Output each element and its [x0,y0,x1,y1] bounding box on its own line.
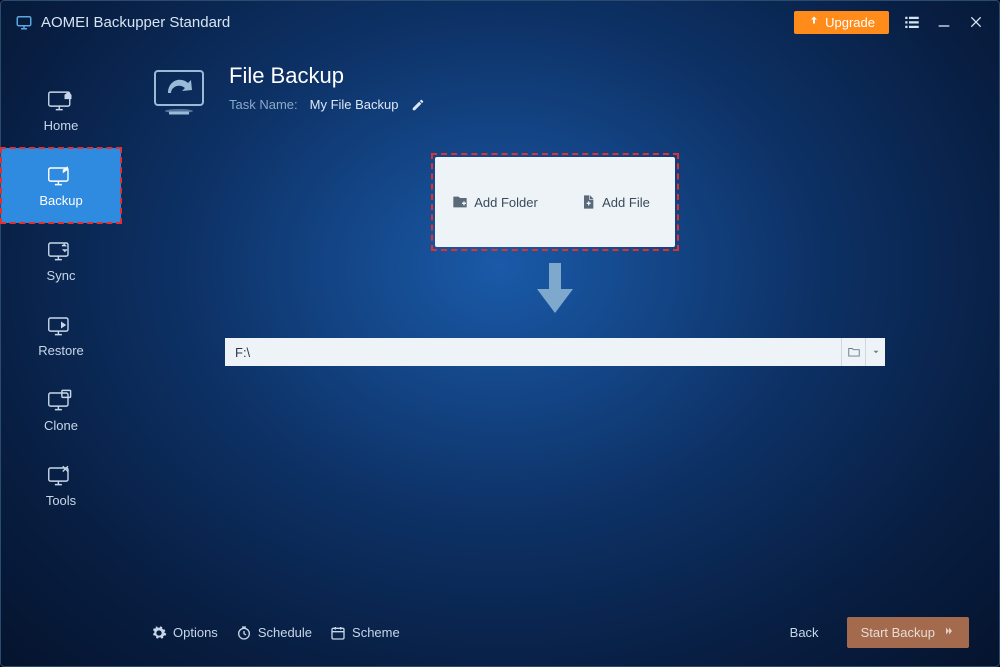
home-icon [47,88,75,112]
upgrade-label: Upgrade [825,15,875,30]
scheme-label: Scheme [352,625,400,640]
back-button[interactable]: Back [780,619,829,646]
destination-path-input[interactable] [235,345,841,360]
page-title: File Backup [229,63,425,89]
file-plus-icon [580,194,596,210]
footer-bar: Options Schedule Scheme Back [151,617,969,648]
schedule-label: Schedule [258,625,312,640]
menu-list-icon[interactable] [903,13,921,31]
app-logo-icon [15,13,33,31]
titlebar: AOMEI Backupper Standard Upgrade [1,1,999,43]
titlebar-left: AOMEI Backupper Standard [15,13,230,31]
schedule-button[interactable]: Schedule [236,625,312,641]
header-text: File Backup Task Name: My File Backup [229,63,425,112]
destination-path-bar [225,338,885,366]
task-name-label: Task Name: [229,97,298,112]
back-label: Back [790,625,819,640]
task-name-row: Task Name: My File Backup [229,97,425,112]
add-file-label: Add File [602,195,650,210]
restore-icon [47,313,75,337]
sidebar: Home Backup Sync Restore [1,43,121,666]
path-dropdown-icon[interactable] [865,338,885,366]
task-name-value: My File Backup [310,97,399,112]
start-backup-button[interactable]: Start Backup [847,617,969,648]
add-folder-button[interactable]: Add Folder [435,157,555,247]
close-button[interactable] [967,13,985,31]
app-title: AOMEI Backupper Standard [41,14,230,31]
upgrade-icon [808,15,820,30]
sidebar-item-label: Clone [44,418,78,433]
options-label: Options [173,625,218,640]
file-backup-hero-icon [151,67,211,117]
app-window: AOMEI Backupper Standard Upgrade [0,0,1000,667]
backup-icon [47,163,75,187]
edit-task-name-icon[interactable] [411,98,425,112]
minimize-button[interactable] [935,13,953,31]
scheme-button[interactable]: Scheme [330,625,400,641]
page-header: File Backup Task Name: My File Backup [151,63,959,117]
folder-plus-icon [452,194,468,210]
titlebar-right: Upgrade [794,11,985,34]
center-stage: Add Folder Add File [151,157,959,366]
sidebar-item-label: Restore [38,343,84,358]
sidebar-item-backup[interactable]: Backup [1,148,121,223]
clock-icon [236,625,252,641]
sync-icon [47,238,75,262]
browse-folder-icon[interactable] [841,338,865,366]
tools-icon [47,463,75,487]
sidebar-item-label: Sync [47,268,76,283]
main-panel: File Backup Task Name: My File Backup [121,43,999,666]
upgrade-button[interactable]: Upgrade [794,11,889,34]
gear-icon [151,625,167,641]
sidebar-item-sync[interactable]: Sync [1,223,121,298]
sidebar-item-label: Backup [39,193,82,208]
add-source-box: Add Folder Add File [435,157,675,247]
body: Home Backup Sync Restore [1,43,999,666]
sidebar-item-restore[interactable]: Restore [1,298,121,373]
chevron-right-icon [941,625,955,640]
options-button[interactable]: Options [151,625,218,641]
arrow-down-icon [533,263,577,320]
start-backup-label: Start Backup [861,625,935,640]
sidebar-item-label: Tools [46,493,76,508]
clone-icon [47,388,75,412]
sidebar-item-tools[interactable]: Tools [1,448,121,523]
add-folder-label: Add Folder [474,195,538,210]
sidebar-item-label: Home [44,118,79,133]
sidebar-item-home[interactable]: Home [1,73,121,148]
add-file-button[interactable]: Add File [555,157,675,247]
calendar-icon [330,625,346,641]
sidebar-item-clone[interactable]: Clone [1,373,121,448]
